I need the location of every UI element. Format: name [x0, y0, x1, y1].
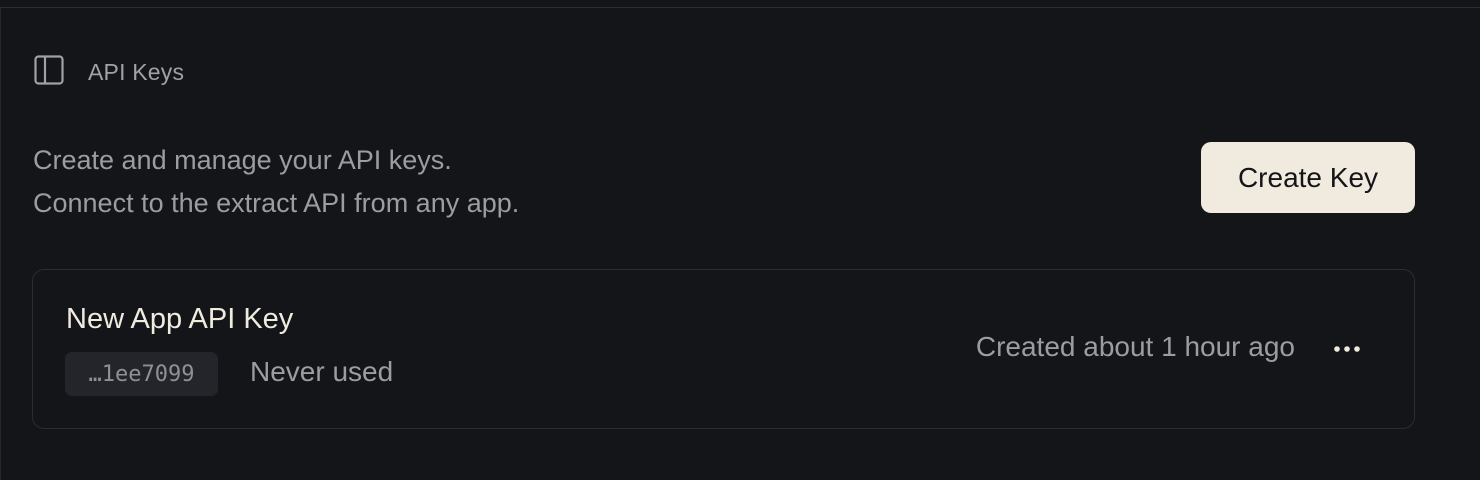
panel-left-divider — [0, 8, 1, 480]
top-bar-divider — [0, 0, 1480, 8]
api-key-created-time: Created about 1 hour ago — [975, 331, 1295, 362]
api-key-masked-value: …1ee7099 — [65, 352, 218, 396]
sidebar-panel-icon — [33, 54, 65, 91]
description-line-2: Connect to the extract API from any app. — [33, 188, 520, 218]
page-title: API Keys — [88, 58, 185, 85]
sidebar-toggle-button[interactable] — [33, 54, 65, 91]
api-key-name: New App API Key — [66, 303, 294, 335]
page-description: Create and manage your API keys. Connect… — [33, 139, 519, 225]
description-line-1: Create and manage your API keys. — [33, 145, 452, 175]
api-key-more-button[interactable] — [1321, 329, 1373, 369]
create-key-button[interactable]: Create Key — [1201, 142, 1415, 213]
api-key-card: New App API Key …1ee7099 Never used Crea… — [32, 269, 1415, 429]
page-header: API Keys — [33, 54, 185, 91]
api-key-usage-status: Never used — [250, 356, 394, 387]
more-horizontal-icon — [1333, 340, 1361, 358]
api-keys-page: API Keys Create and manage your API keys… — [0, 0, 1480, 480]
